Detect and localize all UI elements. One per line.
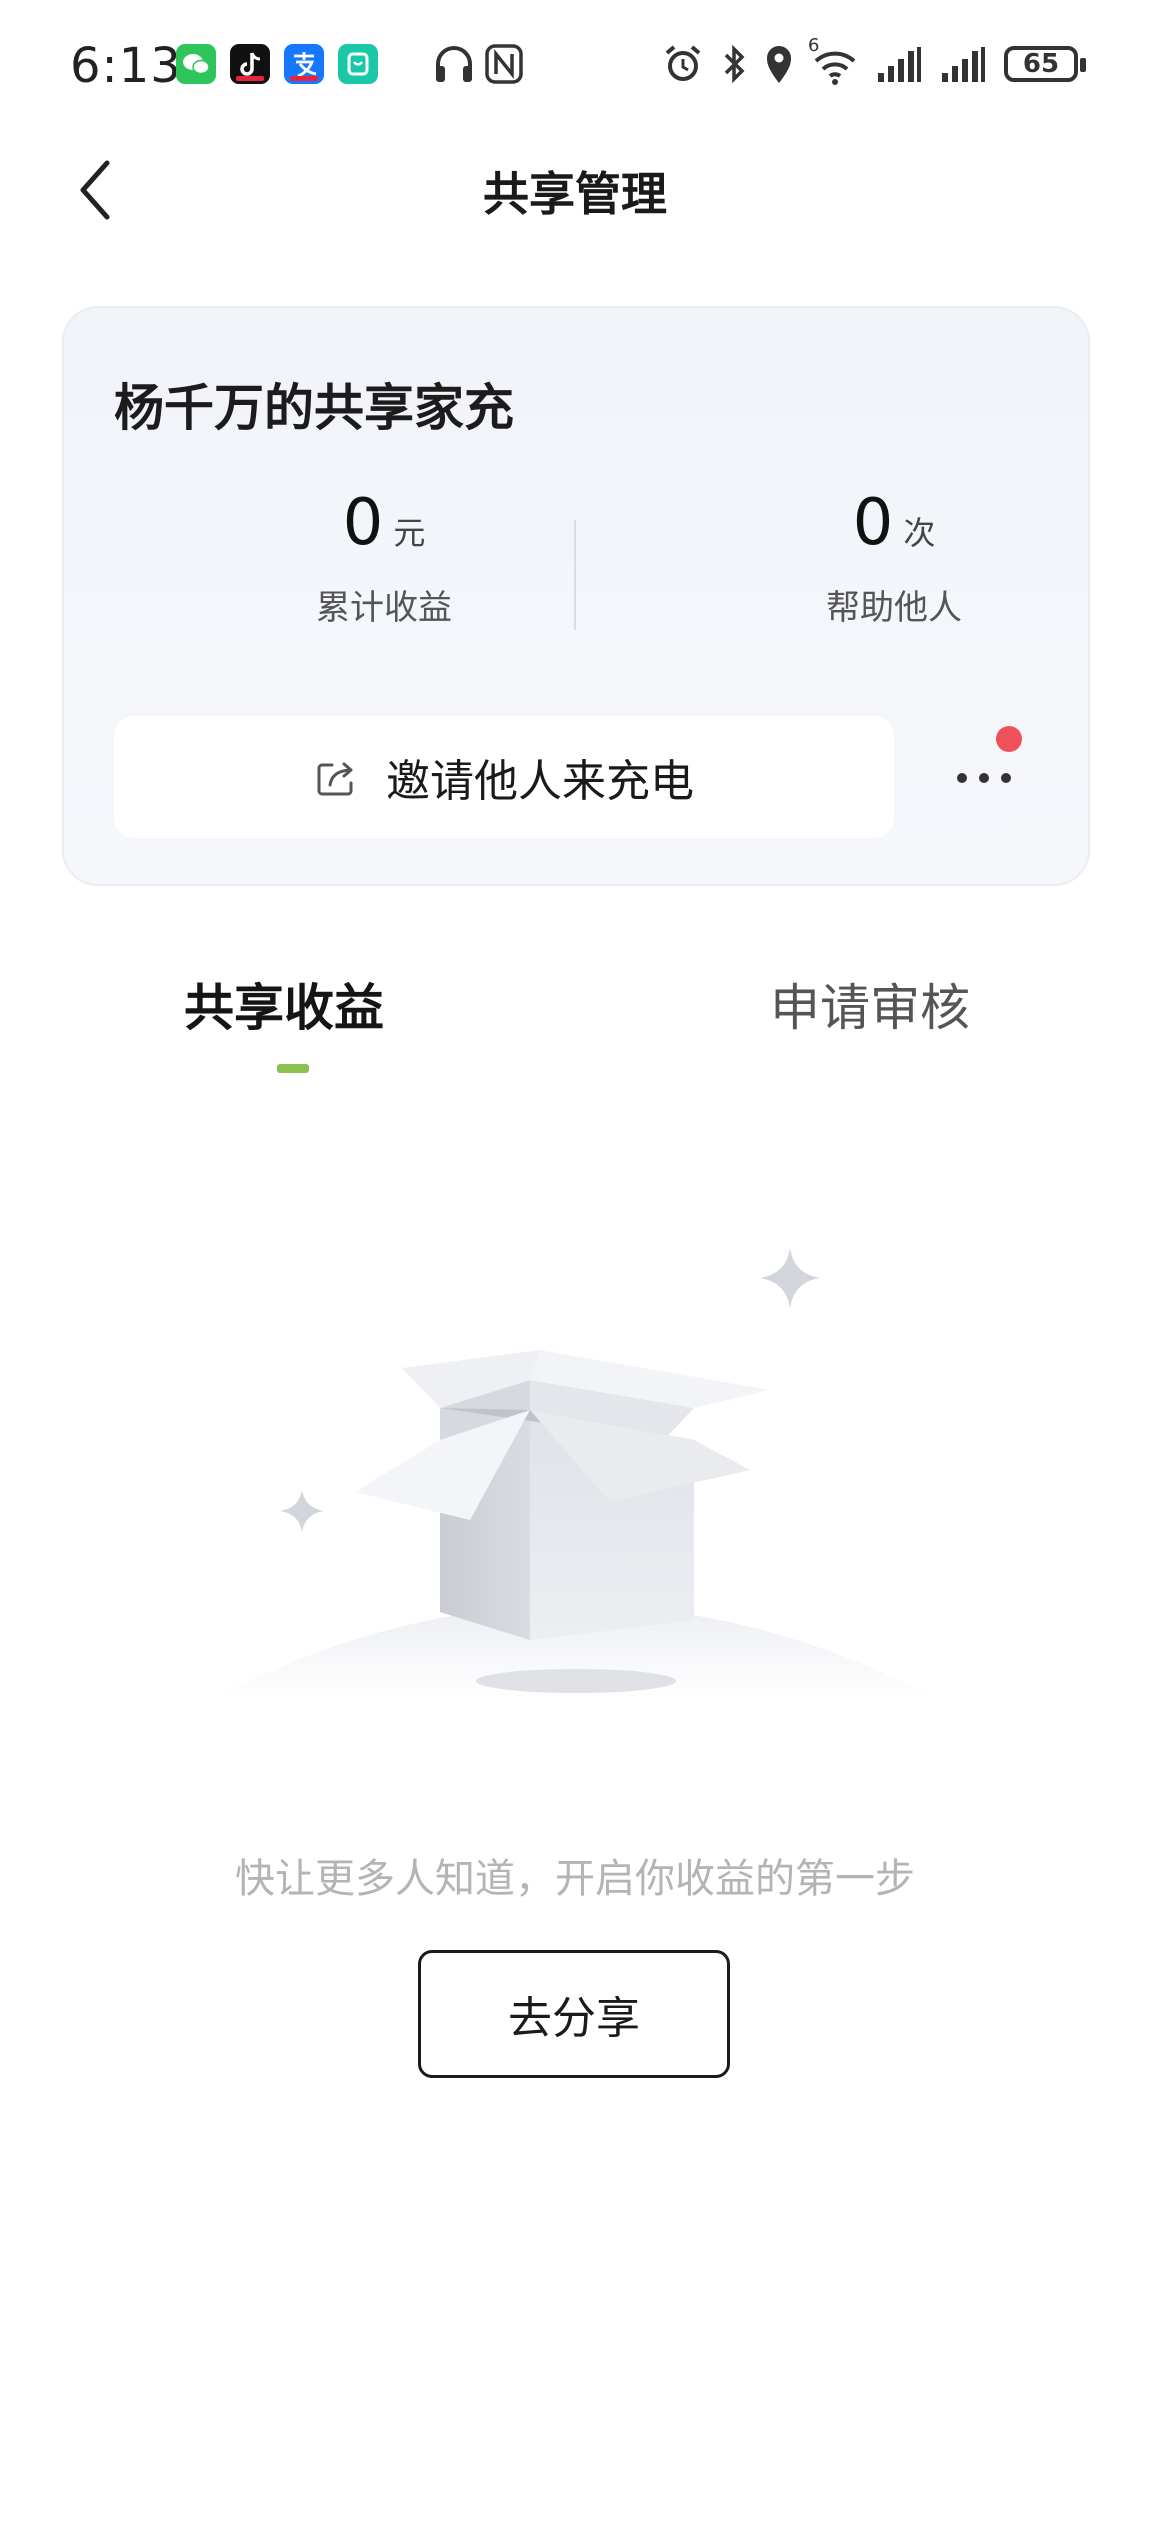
go-share-button[interactable]: 去分享 [418,1950,730,2078]
signal-icon [878,47,921,82]
card-title: 杨千万的共享家充 [114,379,514,437]
wechat-icon [176,44,216,84]
earnings-stat: 0元 累计收益 [234,486,534,629]
notification-badge [996,726,1022,752]
location-icon [767,46,791,83]
more-dot [957,773,967,783]
tab-shared-earnings[interactable]: 共享收益 [184,968,384,1040]
helped-value: 0 [852,486,894,560]
active-tab-indicator [277,1064,309,1073]
empty-box-illustration [210,1248,940,1700]
helped-unit: 次 [903,514,936,552]
sparkle-icon [280,1490,324,1532]
headphones-icon [436,46,472,82]
nfc-icon [485,44,523,84]
share-icon [317,762,353,796]
share-summary-card: 杨千万的共享家充 0元 累计收益 0次 帮助他人 邀请他人来充电 [62,306,1090,886]
helped-label: 帮助他人 [826,588,962,628]
helped-stat: 0次 帮助他人 [744,486,1044,629]
page-title: 共享管理 [483,167,667,221]
sparkle-icon [760,1248,820,1308]
wifi-icon: 6 [808,35,858,85]
status-time: 6:13 [70,38,182,94]
more-dot [979,773,989,783]
battery-level: 65 [1022,49,1060,79]
battery-indicator: 65 [1004,46,1086,82]
more-dot [1001,773,1011,783]
status-bar: 6:13 6 65 [0,0,1150,130]
empty-state-message: 快让更多人知道，开启你收益的第一步 [235,1856,915,1902]
invite-charging-button[interactable]: 邀请他人来充电 [114,716,894,838]
more-options-button[interactable] [934,738,1034,818]
douyin-icon [230,44,270,84]
signal-icon [942,47,985,82]
invite-button-label: 邀请他人来充电 [386,756,694,807]
alarm-icon [665,45,701,81]
system-status-icons: 6 65 [662,35,1086,88]
tab-application-review[interactable]: 申请审核 [770,968,970,1040]
mi-home-icon [338,44,378,84]
bluetooth-icon [724,44,745,84]
earnings-label: 累计收益 [316,588,452,628]
stat-divider [574,520,576,630]
wifi-standard-label: 6 [808,35,820,56]
alipay-icon [284,44,324,84]
earnings-value: 0 [342,486,384,560]
earnings-unit: 元 [393,514,426,552]
